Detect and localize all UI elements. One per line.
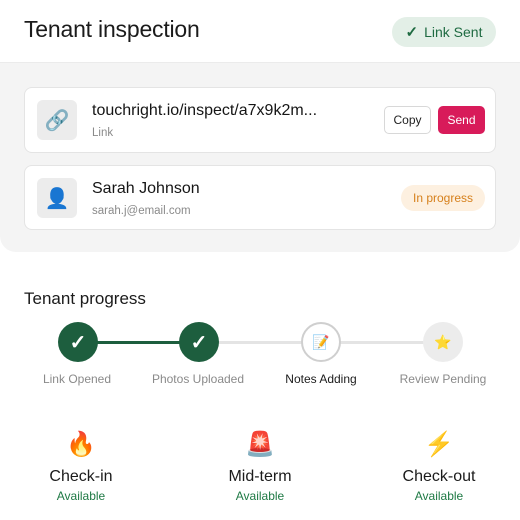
check-out-label: Check-out [402,468,476,485]
mid-term-status: Available [235,489,285,503]
step-link-opened-check-icon: ✓ [58,322,98,362]
link-sent-badge: ✓ Link Sent [392,17,496,47]
link-card: 🔗 touchright.io/inspect/a7x9k2m... Link … [24,87,496,153]
mid-term-label: Mid-term [228,468,292,485]
check-in-label: Check-in [49,468,113,485]
tenant-name: Sarah Johnson [92,180,200,197]
check-in-option[interactable]: 🔥 Check-in Available [21,428,141,503]
copy-button[interactable]: Copy [384,106,431,134]
step-label-photos-uploaded: Photos Uploaded [151,372,245,386]
fire-icon: 🔥 [66,431,96,458]
link-sent-label: Link Sent [424,24,483,40]
link-icon: 🔗 [37,100,77,140]
link-caption: Link [92,127,114,139]
page-title: Tenant inspection [24,16,200,42]
lightning-icon: ⚡ [424,431,454,458]
mid-term-option[interactable]: 🚨 Mid-term Available [200,428,320,503]
siren-icon: 🚨 [245,431,275,458]
header: Tenant inspection ✓ Link Sent [0,0,520,62]
step-label-notes-adding: Notes Adding [285,372,357,386]
step-label-link-opened: Link Opened [42,372,112,386]
tenant-progress-title: Tenant progress [24,289,146,308]
tenant-email: sarah.j@email.com [92,205,191,217]
in-progress-badge: In progress [401,185,485,211]
step-notes-adding-notepad-icon: 📝 [301,322,341,362]
step-review-pending-star-icon: ⭐ [423,322,463,362]
person-avatar-icon: 👤 [37,178,77,218]
send-button[interactable]: Send [438,106,485,134]
check-out-status: Available [414,489,464,503]
inspection-link-url[interactable]: touchright.io/inspect/a7x9k2m... [92,102,317,120]
check-in-status: Available [56,489,106,503]
check-icon: ✓ [405,24,419,41]
tenant-card[interactable]: 👤 Sarah Johnson sarah.j@email.com In pro… [24,165,496,230]
details-panel: 🔗 touchright.io/inspect/a7x9k2m... Link … [0,62,520,252]
step-photos-uploaded-check-icon: ✓ [179,322,219,362]
check-out-option[interactable]: ⚡ Check-out Available [379,428,499,503]
step-label-review-pending: Review Pending [399,372,487,386]
